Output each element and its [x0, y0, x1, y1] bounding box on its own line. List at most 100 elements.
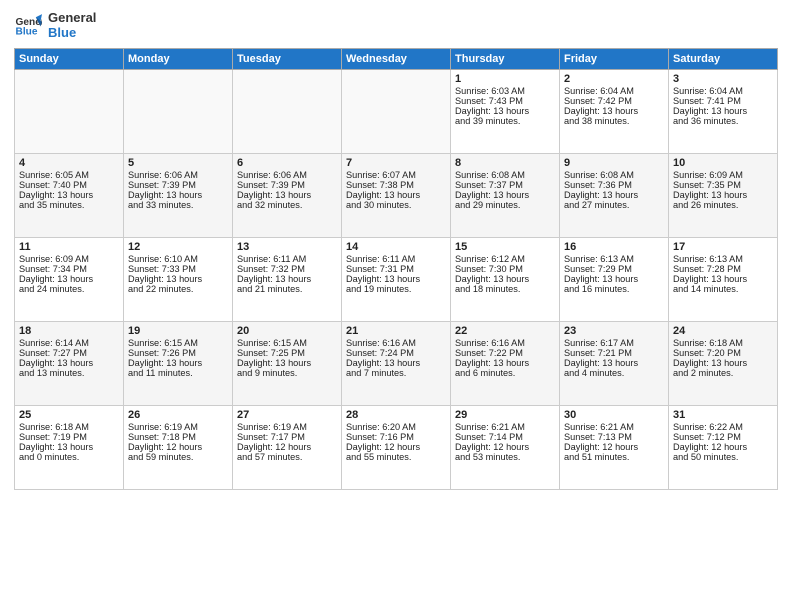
logo-blue: Blue	[48, 25, 96, 40]
day-number: 20	[237, 325, 337, 337]
day-number: 23	[564, 325, 664, 337]
day-info: Daylight: 13 hours	[19, 190, 119, 200]
day-cell	[124, 70, 233, 154]
day-number: 27	[237, 409, 337, 421]
day-info: and 32 minutes.	[237, 200, 337, 210]
day-info: Daylight: 13 hours	[673, 358, 773, 368]
day-cell: 24Sunrise: 6:18 AMSunset: 7:20 PMDayligh…	[669, 322, 778, 406]
day-info: Daylight: 12 hours	[128, 442, 228, 452]
day-info: Sunset: 7:14 PM	[455, 432, 555, 442]
day-info: and 16 minutes.	[564, 284, 664, 294]
day-info: Sunrise: 6:18 AM	[19, 422, 119, 432]
day-cell: 15Sunrise: 6:12 AMSunset: 7:30 PMDayligh…	[451, 238, 560, 322]
day-number: 25	[19, 409, 119, 421]
day-info: Sunset: 7:37 PM	[455, 180, 555, 190]
day-info: Sunrise: 6:06 AM	[237, 170, 337, 180]
day-number: 16	[564, 241, 664, 253]
day-info: and 14 minutes.	[673, 284, 773, 294]
day-info: Sunrise: 6:06 AM	[128, 170, 228, 180]
day-cell: 14Sunrise: 6:11 AMSunset: 7:31 PMDayligh…	[342, 238, 451, 322]
day-info: Sunrise: 6:15 AM	[237, 338, 337, 348]
day-info: Sunrise: 6:16 AM	[455, 338, 555, 348]
day-info: Daylight: 13 hours	[128, 358, 228, 368]
day-info: Sunset: 7:41 PM	[673, 96, 773, 106]
day-info: Daylight: 12 hours	[346, 442, 446, 452]
day-info: Sunrise: 6:09 AM	[19, 254, 119, 264]
day-info: Daylight: 13 hours	[19, 442, 119, 452]
day-info: Daylight: 13 hours	[19, 274, 119, 284]
week-row-4: 18Sunrise: 6:14 AMSunset: 7:27 PMDayligh…	[15, 322, 778, 406]
day-info: Sunset: 7:24 PM	[346, 348, 446, 358]
day-cell: 9Sunrise: 6:08 AMSunset: 7:36 PMDaylight…	[560, 154, 669, 238]
day-info: and 11 minutes.	[128, 368, 228, 378]
day-cell: 31Sunrise: 6:22 AMSunset: 7:12 PMDayligh…	[669, 406, 778, 490]
day-info: and 27 minutes.	[564, 200, 664, 210]
day-info: Daylight: 12 hours	[455, 442, 555, 452]
calendar-table: SundayMondayTuesdayWednesdayThursdayFrid…	[14, 48, 778, 490]
day-info: and 33 minutes.	[128, 200, 228, 210]
day-info: Sunrise: 6:19 AM	[237, 422, 337, 432]
day-cell: 1Sunrise: 6:03 AMSunset: 7:43 PMDaylight…	[451, 70, 560, 154]
day-info: Sunrise: 6:07 AM	[346, 170, 446, 180]
week-row-5: 25Sunrise: 6:18 AMSunset: 7:19 PMDayligh…	[15, 406, 778, 490]
day-cell: 21Sunrise: 6:16 AMSunset: 7:24 PMDayligh…	[342, 322, 451, 406]
day-info: Daylight: 12 hours	[237, 442, 337, 452]
day-number: 22	[455, 325, 555, 337]
logo-icon: General Blue	[14, 11, 42, 39]
day-number: 30	[564, 409, 664, 421]
header-row: SundayMondayTuesdayWednesdayThursdayFrid…	[15, 49, 778, 70]
day-info: Sunrise: 6:14 AM	[19, 338, 119, 348]
day-info: Sunrise: 6:08 AM	[564, 170, 664, 180]
week-row-3: 11Sunrise: 6:09 AMSunset: 7:34 PMDayligh…	[15, 238, 778, 322]
day-info: and 51 minutes.	[564, 452, 664, 462]
day-number: 11	[19, 241, 119, 253]
day-number: 3	[673, 73, 773, 85]
day-number: 4	[19, 157, 119, 169]
day-info: Sunrise: 6:15 AM	[128, 338, 228, 348]
day-info: Sunset: 7:40 PM	[19, 180, 119, 190]
day-info: Daylight: 12 hours	[673, 442, 773, 452]
day-number: 13	[237, 241, 337, 253]
day-info: Sunset: 7:25 PM	[237, 348, 337, 358]
day-info: Sunset: 7:26 PM	[128, 348, 228, 358]
day-number: 31	[673, 409, 773, 421]
day-info: Sunrise: 6:21 AM	[455, 422, 555, 432]
day-info: Daylight: 13 hours	[237, 274, 337, 284]
day-info: Sunset: 7:18 PM	[128, 432, 228, 442]
day-cell: 25Sunrise: 6:18 AMSunset: 7:19 PMDayligh…	[15, 406, 124, 490]
day-info: and 0 minutes.	[19, 452, 119, 462]
day-info: and 9 minutes.	[237, 368, 337, 378]
day-info: Sunset: 7:16 PM	[346, 432, 446, 442]
day-info: and 36 minutes.	[673, 116, 773, 126]
day-cell: 4Sunrise: 6:05 AMSunset: 7:40 PMDaylight…	[15, 154, 124, 238]
day-info: Sunrise: 6:16 AM	[346, 338, 446, 348]
col-header-sunday: Sunday	[15, 49, 124, 70]
day-cell: 29Sunrise: 6:21 AMSunset: 7:14 PMDayligh…	[451, 406, 560, 490]
day-info: Daylight: 13 hours	[237, 358, 337, 368]
day-cell: 11Sunrise: 6:09 AMSunset: 7:34 PMDayligh…	[15, 238, 124, 322]
day-cell: 6Sunrise: 6:06 AMSunset: 7:39 PMDaylight…	[233, 154, 342, 238]
day-cell: 18Sunrise: 6:14 AMSunset: 7:27 PMDayligh…	[15, 322, 124, 406]
day-info: Sunset: 7:29 PM	[564, 264, 664, 274]
day-info: and 4 minutes.	[564, 368, 664, 378]
day-info: Daylight: 13 hours	[19, 358, 119, 368]
day-info: and 55 minutes.	[346, 452, 446, 462]
day-info: Sunset: 7:13 PM	[564, 432, 664, 442]
day-info: and 24 minutes.	[19, 284, 119, 294]
day-info: Daylight: 13 hours	[455, 358, 555, 368]
col-header-friday: Friday	[560, 49, 669, 70]
day-info: Daylight: 13 hours	[673, 274, 773, 284]
col-header-saturday: Saturday	[669, 49, 778, 70]
day-cell: 2Sunrise: 6:04 AMSunset: 7:42 PMDaylight…	[560, 70, 669, 154]
day-info: Sunrise: 6:03 AM	[455, 86, 555, 96]
svg-text:Blue: Blue	[16, 26, 38, 37]
day-info: Daylight: 13 hours	[128, 190, 228, 200]
day-cell: 20Sunrise: 6:15 AMSunset: 7:25 PMDayligh…	[233, 322, 342, 406]
day-number: 9	[564, 157, 664, 169]
day-info: Sunrise: 6:13 AM	[673, 254, 773, 264]
col-header-thursday: Thursday	[451, 49, 560, 70]
week-row-2: 4Sunrise: 6:05 AMSunset: 7:40 PMDaylight…	[15, 154, 778, 238]
day-info: and 50 minutes.	[673, 452, 773, 462]
day-info: Daylight: 13 hours	[564, 358, 664, 368]
day-number: 10	[673, 157, 773, 169]
